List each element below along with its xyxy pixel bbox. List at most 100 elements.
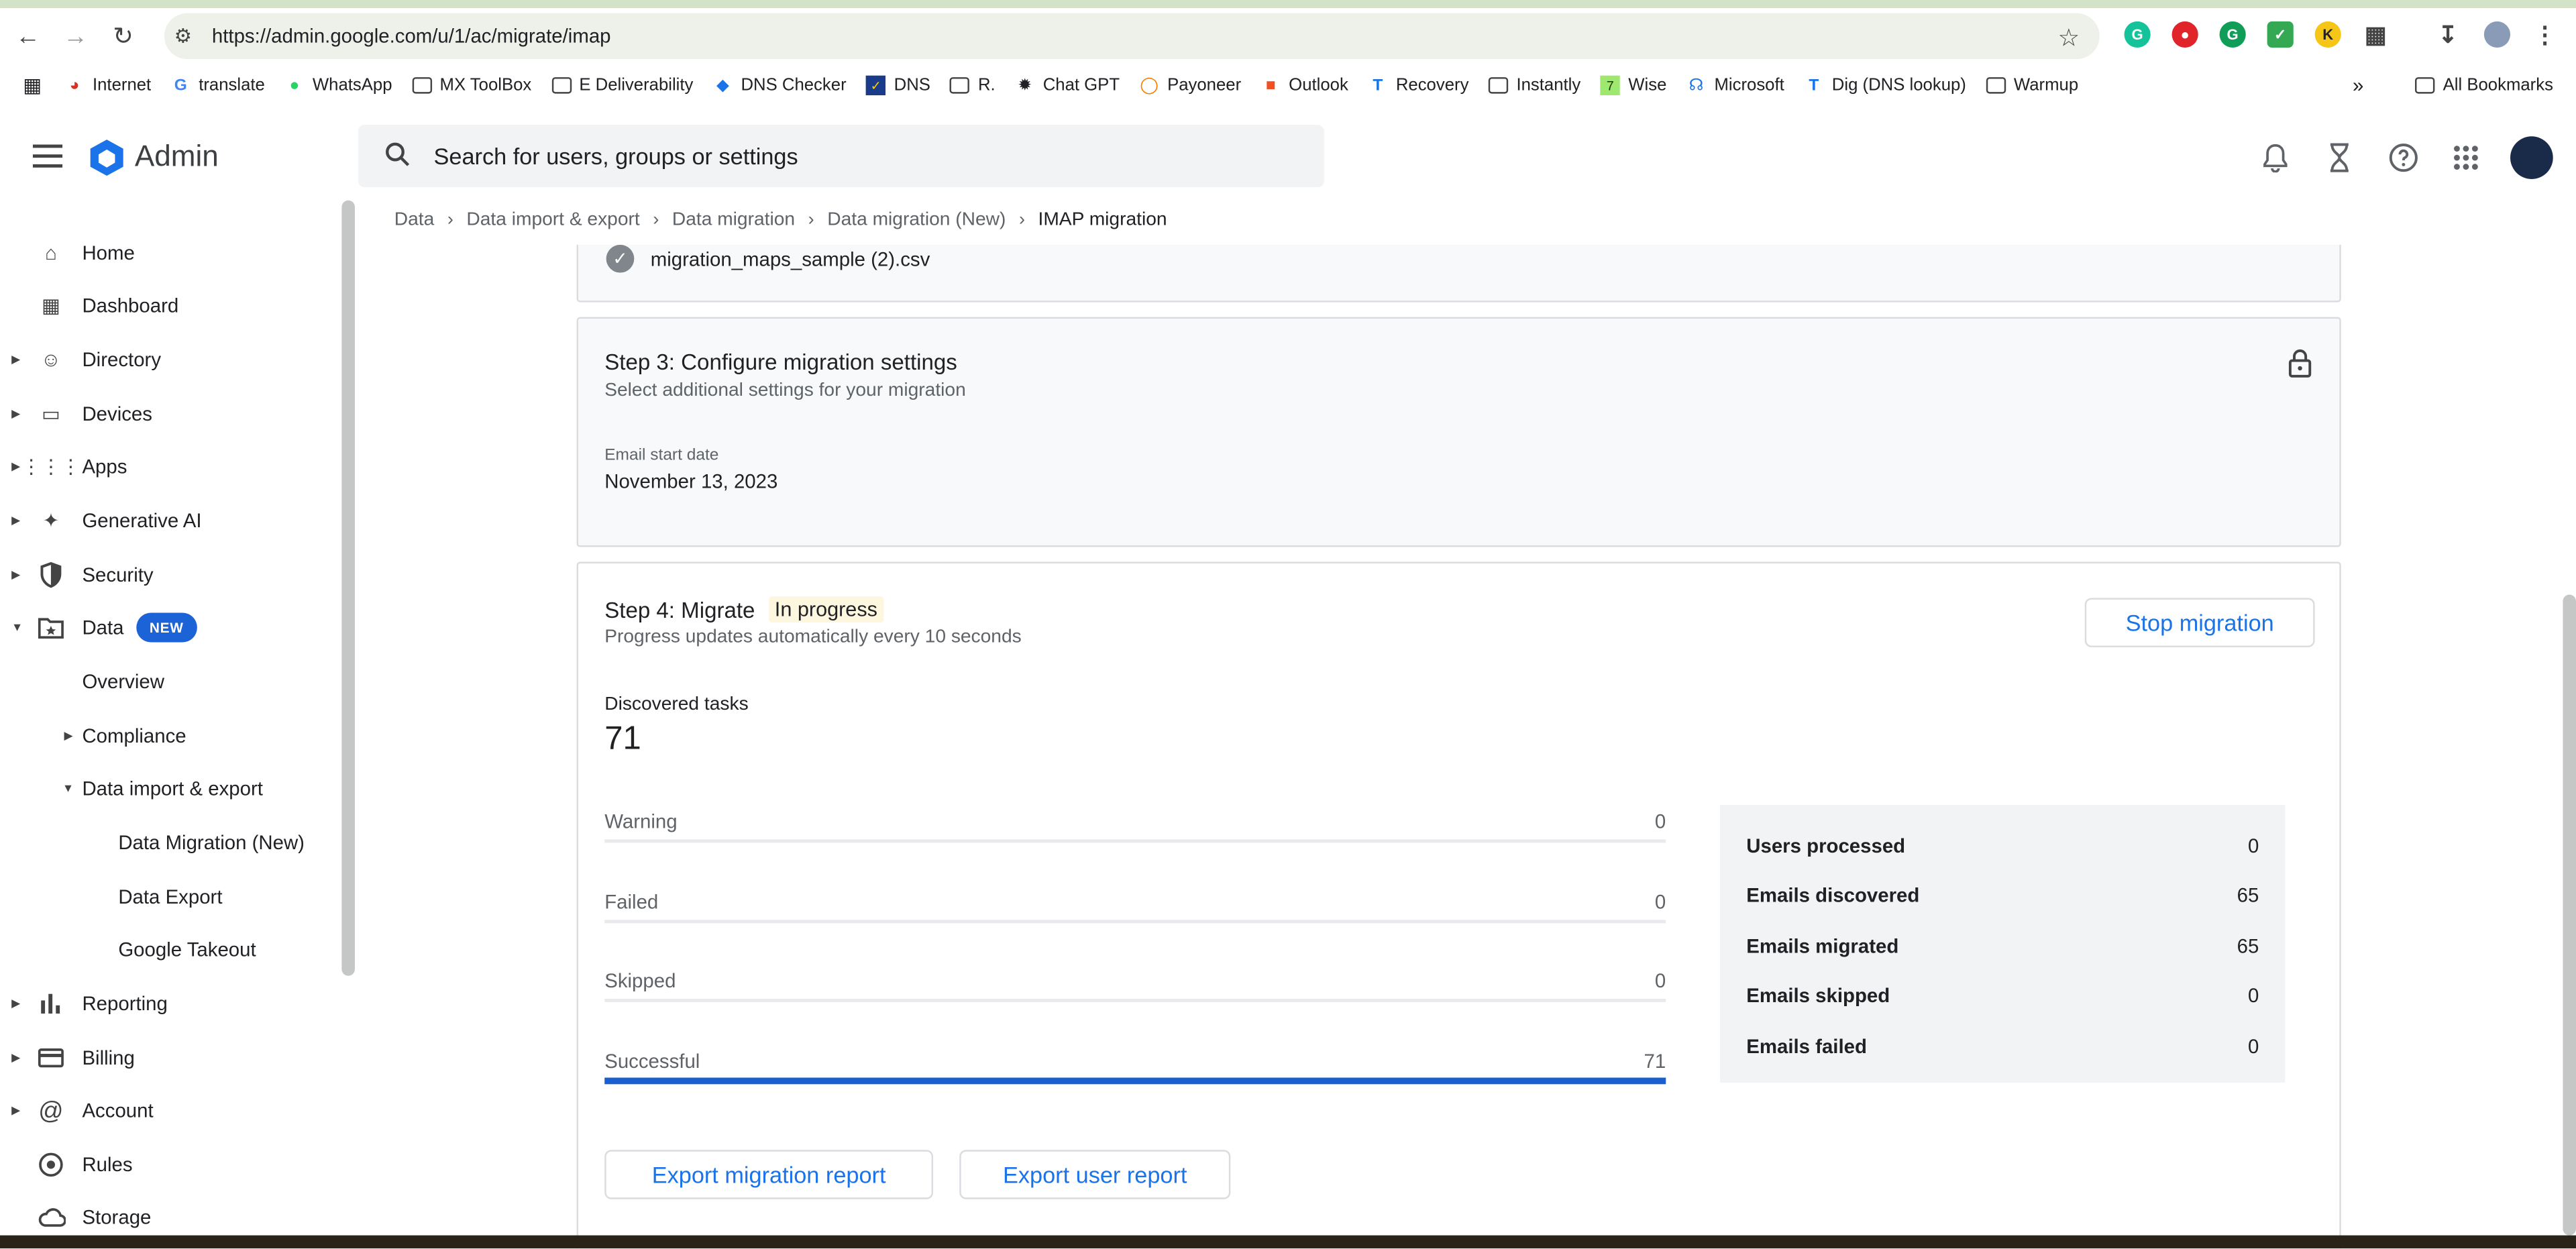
sidebar-item-reporting[interactable]: ▶ Reporting: [0, 977, 337, 1030]
help-icon[interactable]: [2385, 140, 2422, 176]
all-bookmarks[interactable]: All Bookmarks: [2415, 76, 2553, 95]
bookmark-label: Recovery: [1395, 75, 1469, 96]
bookmark-warmup[interactable]: Warmup: [1986, 76, 2078, 95]
stat-label: Emails skipped: [1746, 983, 1890, 1008]
sidebar-scrollbar[interactable]: [341, 200, 355, 976]
export-migration-report-button[interactable]: Export migration report: [604, 1150, 934, 1199]
notifications-bell-icon[interactable]: [2257, 140, 2294, 176]
expand-arrow-icon[interactable]: ▶: [11, 1051, 20, 1065]
download-icon[interactable]: ↧: [2434, 21, 2461, 48]
bookmark-wise[interactable]: 7 Wise: [1600, 75, 1666, 96]
url-text[interactable]: https://admin.google.com/u/1/ac/migrate/…: [212, 25, 611, 48]
sidebar-item-rules[interactable]: Rules: [0, 1138, 337, 1191]
google-apps-icon[interactable]: [2448, 140, 2484, 176]
main-menu-icon[interactable]: [32, 144, 63, 168]
breadcrumb-data-migration[interactable]: Data migration: [672, 210, 795, 229]
stop-migration-button[interactable]: Stop migration: [2084, 598, 2315, 647]
sidebar-item-data-export[interactable]: Data Export: [0, 871, 337, 923]
more-bookmarks-chevron[interactable]: »: [2353, 74, 2363, 97]
chevron-right-icon: ›: [447, 210, 453, 230]
expand-arrow-icon[interactable]: ▶: [11, 354, 20, 366]
expand-arrow-icon[interactable]: ▶: [11, 1104, 20, 1117]
sidebar-item-label: Overview: [82, 670, 164, 694]
bookmark-label: R.: [977, 75, 996, 96]
site-info-icon[interactable]: ⚙: [174, 25, 197, 48]
bookmark-translate[interactable]: Gtranslate: [171, 76, 265, 95]
grammarly-extension-icon[interactable]: G: [2124, 21, 2151, 48]
sidebar-item-generative-ai[interactable]: ▶ ✦ Generative AI: [0, 494, 337, 547]
sidebar-item-data-import-export[interactable]: ▼ Data import & export: [0, 762, 337, 814]
sidebar-item-google-takeout[interactable]: Google Takeout: [0, 923, 337, 975]
export-user-report-button[interactable]: Export user report: [959, 1150, 1231, 1199]
bookmark-outlook[interactable]: ■ Outlook: [1261, 76, 1348, 95]
check-extension-icon[interactable]: ✓: [2267, 21, 2294, 48]
bookmark-chatgpt[interactable]: ✹ Chat GPT: [1015, 76, 1120, 95]
bookmark-internet[interactable]: ◕ Internet: [64, 76, 152, 95]
forward-icon[interactable]: →: [56, 16, 95, 56]
sidebar-item-label: Rules: [82, 1153, 133, 1177]
collapse-arrow-icon[interactable]: ▼: [62, 783, 74, 794]
collapse-arrow-icon[interactable]: ▼: [11, 622, 23, 633]
sidebar-item-devices[interactable]: ▶ ▭ Devices: [0, 388, 337, 440]
bookmark-e-deliverability[interactable]: E Deliverability: [551, 76, 693, 95]
admin-logo-icon: [90, 140, 123, 176]
bookmark-dns[interactable]: ✓ DNS: [866, 75, 930, 96]
search-bar[interactable]: Search for users, groups or settings: [358, 125, 1324, 188]
expand-arrow-icon[interactable]: ▶: [11, 460, 20, 473]
address-bar[interactable]: ⚙ https://admin.google.com/u/1/ac/migrat…: [164, 13, 2100, 60]
apps-grid-icon[interactable]: ▦: [23, 74, 42, 97]
at-icon: @: [38, 1096, 64, 1125]
browser-toolbar: ← → ↻ ⚙ https://admin.google.com/u/1/ac/…: [0, 8, 2576, 64]
sidebar-item-billing[interactable]: ▶ Billing: [0, 1032, 337, 1084]
bookmark-dig[interactable]: T Dig (DNS lookup): [1804, 76, 1966, 95]
sidebar-item-data[interactable]: ▼ Data NEW: [0, 601, 337, 653]
chevron-right-icon: ›: [1018, 210, 1025, 230]
sidebar-item-data-migration-new[interactable]: Data Migration (New): [0, 816, 337, 869]
bookmark-r[interactable]: R.: [950, 75, 996, 96]
sidebar-item-compliance[interactable]: ▶ Compliance: [0, 710, 337, 762]
sidebar-item-overview[interactable]: Overview: [0, 655, 337, 708]
row-value: 71: [1644, 1049, 1666, 1073]
expand-arrow-icon[interactable]: ▶: [11, 997, 20, 1010]
expand-arrow-icon[interactable]: ▶: [11, 514, 20, 527]
breadcrumb-data-migration-new[interactable]: Data migration (New): [827, 210, 1006, 229]
sidebar-item-account[interactable]: ▶ @ Account: [0, 1084, 337, 1136]
reload-icon[interactable]: ↻: [103, 16, 143, 56]
sidebar-item-directory[interactable]: ▶ ☺ Directory: [0, 333, 337, 386]
bookmark-mxtoolbox[interactable]: MX ToolBox: [411, 76, 531, 95]
adblock-extension-icon[interactable]: ●: [2171, 21, 2198, 48]
sidebar-item-apps[interactable]: ▶ ⋮⋮⋮ Apps: [0, 440, 337, 492]
extensions-puzzle-icon[interactable]: ▦: [2363, 21, 2389, 48]
grammarly-g-extension-icon[interactable]: G: [2219, 21, 2246, 48]
status-badge: In progress: [768, 596, 884, 623]
expand-arrow-icon[interactable]: ▶: [64, 729, 73, 743]
breadcrumb-data[interactable]: Data: [394, 210, 435, 229]
page-scrollbar[interactable]: [2563, 594, 2576, 1236]
row-label: Skipped: [604, 969, 676, 993]
bookmark-whatsapp[interactable]: ● WhatsApp: [284, 76, 392, 95]
back-icon[interactable]: ←: [8, 16, 48, 56]
expand-arrow-icon[interactable]: ▶: [11, 568, 20, 582]
email-start-date-value: November 13, 2023: [604, 470, 778, 493]
bookmark-label: Dig (DNS lookup): [1831, 75, 1966, 96]
bookmark-star-icon[interactable]: ☆: [2057, 23, 2080, 53]
app-name[interactable]: Admin: [135, 140, 219, 174]
sidebar-item-security[interactable]: ▶ Security: [0, 549, 337, 601]
search-placeholder[interactable]: Search for users, groups or settings: [434, 143, 798, 169]
sidebar-item-label: Data Export: [118, 885, 223, 909]
breadcrumb-data-import-export[interactable]: Data import & export: [466, 210, 639, 229]
keeper-extension-icon[interactable]: K: [2314, 21, 2341, 48]
sidebar-item-home[interactable]: ⌂ Home: [0, 227, 337, 279]
account-avatar[interactable]: [2510, 136, 2553, 179]
expand-arrow-icon[interactable]: ▶: [11, 407, 20, 421]
bookmark-dns-checker[interactable]: ◆ DNS Checker: [713, 76, 847, 95]
bookmark-microsoft[interactable]: ☊ Microsoft: [1686, 76, 1784, 95]
bookmark-instantly[interactable]: Instantly: [1488, 76, 1580, 95]
browser-menu-icon[interactable]: ⋮: [2532, 21, 2558, 48]
tasks-hourglass-icon[interactable]: [2321, 140, 2357, 176]
bookmark-recovery[interactable]: T Recovery: [1368, 76, 1468, 95]
step4-title: Step 4: Migrate: [604, 597, 755, 622]
sidebar-item-dashboard[interactable]: ▦ Dashboard: [0, 279, 337, 331]
profile-avatar[interactable]: [2483, 21, 2511, 48]
bookmark-payoneer[interactable]: ◯ Payoneer: [1139, 76, 1241, 95]
